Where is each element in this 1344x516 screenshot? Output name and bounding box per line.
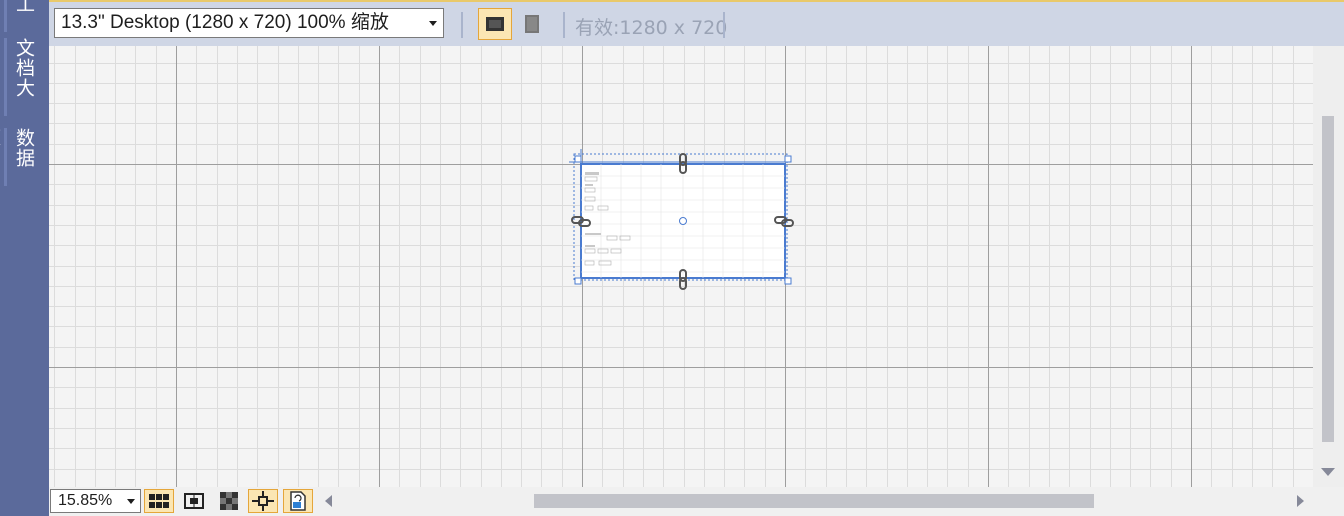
page-preview[interactable] [49,46,1313,487]
scroll-right-arrow-icon[interactable] [1297,495,1304,507]
show-grid-button[interactable] [144,489,174,513]
checkerboard-icon [220,492,238,510]
scroll-down-arrow-icon[interactable] [1321,468,1335,476]
effective-size-label: 有效:1280 x 720 [575,17,728,39]
document-outline-tab[interactable]: 文档大纲 [0,38,41,116]
designer-toolbar: 13.3" Desktop (1280 x 720) 100% 缩放 有效:12… [49,0,1344,48]
grid-icon [149,494,169,508]
toolbar-separator [563,12,565,38]
scroll-left-arrow-icon[interactable] [325,495,332,507]
transparency-button[interactable] [214,489,244,513]
design-canvas[interactable] [49,46,1313,487]
toggle-effects-button[interactable] [179,489,209,513]
landscape-button[interactable] [478,8,512,40]
toolbar-separator [461,12,463,38]
chevron-down-icon [127,499,135,504]
snap-to-grid-icon [184,493,204,509]
vertical-scroll-thumb[interactable] [1322,116,1334,442]
device-preview-value: 13.3" Desktop (1280 x 720) 100% 缩放 [61,12,389,33]
project-code-button[interactable] [283,489,313,513]
zoom-dropdown[interactable]: 15.85% [50,489,141,513]
tool-window-strip: 工具箱 文档大纲 数据源 [0,0,49,516]
landscape-icon [486,17,504,31]
data-sources-tab[interactable]: 数据源 [0,128,41,186]
chevron-down-icon [429,21,437,26]
canvas-bottom-bar: 15.85% [49,487,1344,516]
project-code-icon [290,491,306,511]
snap-to-points-button[interactable] [248,489,278,513]
portrait-icon [525,15,539,33]
toolbar-separator [723,12,725,38]
zoom-value: 15.85% [58,492,113,509]
horizontal-scroll-thumb[interactable] [534,494,1094,508]
toolbox-tab[interactable]: 工具箱 [4,0,41,32]
portrait-button[interactable] [515,8,549,40]
device-preview-dropdown[interactable]: 13.3" Desktop (1280 x 720) 100% 缩放 [54,8,444,38]
snap-to-points-icon [252,491,274,511]
vertical-scrollbar[interactable] [1313,46,1344,487]
